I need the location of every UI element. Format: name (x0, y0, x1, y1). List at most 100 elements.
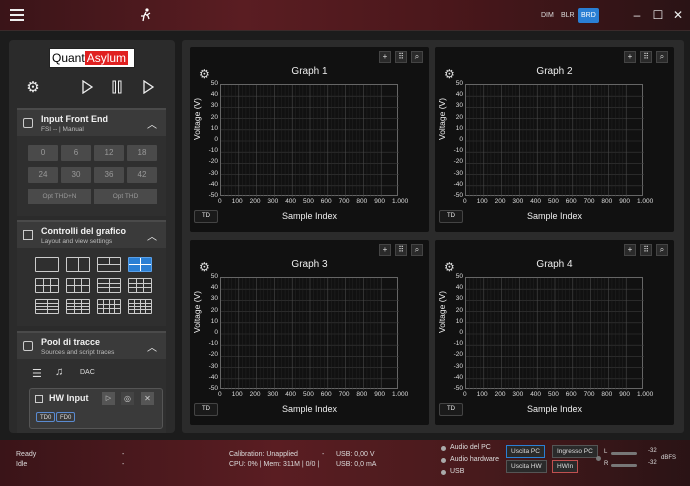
range-18-button[interactable]: 18 (127, 145, 157, 161)
layout-4x2-button[interactable] (35, 299, 59, 314)
layout-2x2-button[interactable] (128, 257, 152, 272)
plot-area[interactable] (220, 84, 399, 197)
graph-3[interactable]: + ⠿ ⌕ ⚙ Graph 3 Voltage (V) 50 40 30 20 10 0 -10 -20-… (190, 240, 429, 425)
range-36-button[interactable]: 36 (94, 167, 124, 183)
hwin-button[interactable]: HWIn (552, 460, 579, 473)
chevron-up-icon[interactable]: ︿ (147, 228, 157, 243)
layout-1x2-button[interactable] (66, 257, 90, 272)
pause-icon[interactable] (109, 80, 125, 96)
plot-grid (466, 85, 644, 197)
mode-blr-button[interactable]: BLR (558, 8, 578, 23)
range-42-button[interactable]: 42 (127, 167, 157, 183)
close-icon[interactable]: ✕ (141, 392, 154, 405)
td-button[interactable]: TD (194, 210, 218, 223)
minimize-icon[interactable]: – (630, 8, 644, 22)
graph-controls-header[interactable]: Controlli del grafico Layout and view se… (17, 220, 166, 248)
trace-pool-header[interactable]: Pool di tracce Sources and script traces… (17, 331, 166, 359)
graph-1[interactable]: + ⠿ ⌕ ⚙ Graph 1 Voltage (V) 50 40 30 20 10 0 -10 -20-… (190, 47, 429, 232)
mode-brd-button[interactable]: BRD (578, 8, 599, 23)
input-front-end-header[interactable]: Input Front End FSI -- | Manual ︿ (17, 108, 166, 136)
meter-l-bar (611, 452, 637, 455)
dac-button[interactable]: DAC (80, 369, 95, 376)
layout-4x3-button[interactable] (66, 299, 90, 314)
usb-indicator (441, 470, 446, 475)
hw-input-card[interactable]: HW Input ▷ ◎ ✕ TD0 FD0 (29, 388, 163, 429)
range-24-button[interactable]: 24 (28, 167, 58, 183)
menu-icon[interactable] (10, 9, 24, 21)
ingresso-pc-button[interactable]: Ingresso PC (552, 445, 598, 458)
play-icon[interactable] (79, 79, 95, 96)
x-tick-label: 300 (512, 198, 524, 205)
td-button[interactable]: TD (439, 210, 463, 223)
graph-title: Graph 2 (536, 66, 573, 77)
tag-fd0[interactable]: FD0 (56, 412, 76, 422)
x-tick-label: 500 (303, 391, 314, 398)
layout-1x1-button[interactable] (35, 257, 59, 272)
settings-icon[interactable]: ⚙ (25, 80, 41, 96)
layout-2x1-button[interactable] (97, 257, 121, 272)
y-tick-label: 30 (455, 295, 463, 303)
add-trace-icon[interactable]: + (624, 51, 636, 63)
x-tick-label: 0 (218, 391, 222, 398)
x-axis-label: Sample Index (281, 211, 338, 221)
meter-l-label: L (604, 449, 608, 455)
list-icon[interactable]: ☰ (32, 367, 42, 380)
y-axis-label: Voltage (V) (437, 290, 447, 333)
drag-handle-icon[interactable]: ⠿ (640, 244, 652, 256)
y-tick-label: 40 (210, 91, 218, 99)
audio-pc-indicator (441, 446, 446, 451)
layout-3x2-button[interactable] (97, 278, 121, 293)
range-30-button[interactable]: 30 (61, 167, 91, 183)
y-tick-label: -30 (208, 362, 218, 370)
x-tick-label: 400 (285, 391, 297, 398)
play-icon[interactable]: ▷ (102, 392, 115, 405)
plot-area[interactable] (220, 277, 399, 390)
y-tick-label: -30 (453, 362, 463, 370)
run-status-icon[interactable] (138, 7, 154, 23)
zoom-icon[interactable]: ⌕ (656, 51, 668, 63)
tag-td0[interactable]: TD0 (36, 412, 56, 422)
opt-thd-button[interactable]: Opt THD (94, 189, 157, 204)
x-tick-label: 800 (601, 198, 613, 205)
layout-3col-button[interactable] (35, 278, 59, 293)
maximize-icon[interactable]: ☐ (651, 8, 665, 22)
drag-handle-icon[interactable]: ⠿ (395, 51, 407, 63)
title-bar: DIM BLR BRD – ☐ ✕ (0, 0, 690, 31)
layout-3x4-button[interactable] (97, 299, 121, 314)
range-0-button[interactable]: 0 (28, 145, 58, 161)
close-icon[interactable]: ✕ (671, 8, 685, 22)
pool-icon (23, 341, 33, 351)
layout-2x3-button[interactable] (66, 278, 90, 293)
x-tick-label: 500 (548, 198, 559, 205)
drag-handle-icon[interactable]: ⠿ (395, 244, 407, 256)
graph-4[interactable]: + ⠿ ⌕ ⚙ Graph 4 Voltage (V) 50 40 30 20 10 0 -10 -20-… (435, 240, 674, 425)
plot-area[interactable] (465, 84, 644, 197)
y-tick-label: 0 (214, 136, 218, 143)
uscita-pc-button[interactable]: Uscita PC (506, 445, 545, 458)
zoom-icon[interactable]: ⌕ (656, 244, 668, 256)
mode-dim-button[interactable]: DIM (538, 8, 557, 23)
td-button[interactable]: TD (439, 403, 463, 416)
step-play-icon[interactable] (140, 79, 156, 96)
td-button[interactable]: TD (194, 403, 218, 416)
music-note-icon[interactable]: ♫ (55, 366, 63, 378)
add-trace-icon[interactable]: + (379, 244, 391, 256)
target-icon[interactable]: ◎ (121, 392, 134, 405)
performance-status: CPU: 0% | Mem: 311M | 0/0 | (229, 461, 320, 468)
x-tick-label: 0 (463, 198, 467, 205)
layout-4x4-button[interactable] (128, 299, 152, 314)
range-6-button[interactable]: 6 (61, 145, 91, 161)
add-trace-icon[interactable]: + (379, 51, 391, 63)
range-12-button[interactable]: 12 (94, 145, 124, 161)
zoom-icon[interactable]: ⌕ (411, 51, 423, 63)
chevron-up-icon[interactable]: ︿ (147, 339, 157, 354)
zoom-icon[interactable]: ⌕ (411, 244, 423, 256)
layout-3x3-button[interactable] (128, 278, 152, 293)
chevron-up-icon[interactable]: ︿ (147, 116, 157, 131)
add-trace-icon[interactable]: + (624, 244, 636, 256)
plot-area[interactable] (465, 277, 644, 390)
uscita-hw-button[interactable]: Uscita HW (506, 460, 547, 473)
graph-2[interactable]: + ⠿ ⌕ ⚙ Graph 2 Voltage (V) 50 40 30 20 10 0 -10 -20-… (435, 47, 674, 232)
opt-thdn-button[interactable]: Opt THD+N (28, 189, 91, 204)
drag-handle-icon[interactable]: ⠿ (640, 51, 652, 63)
